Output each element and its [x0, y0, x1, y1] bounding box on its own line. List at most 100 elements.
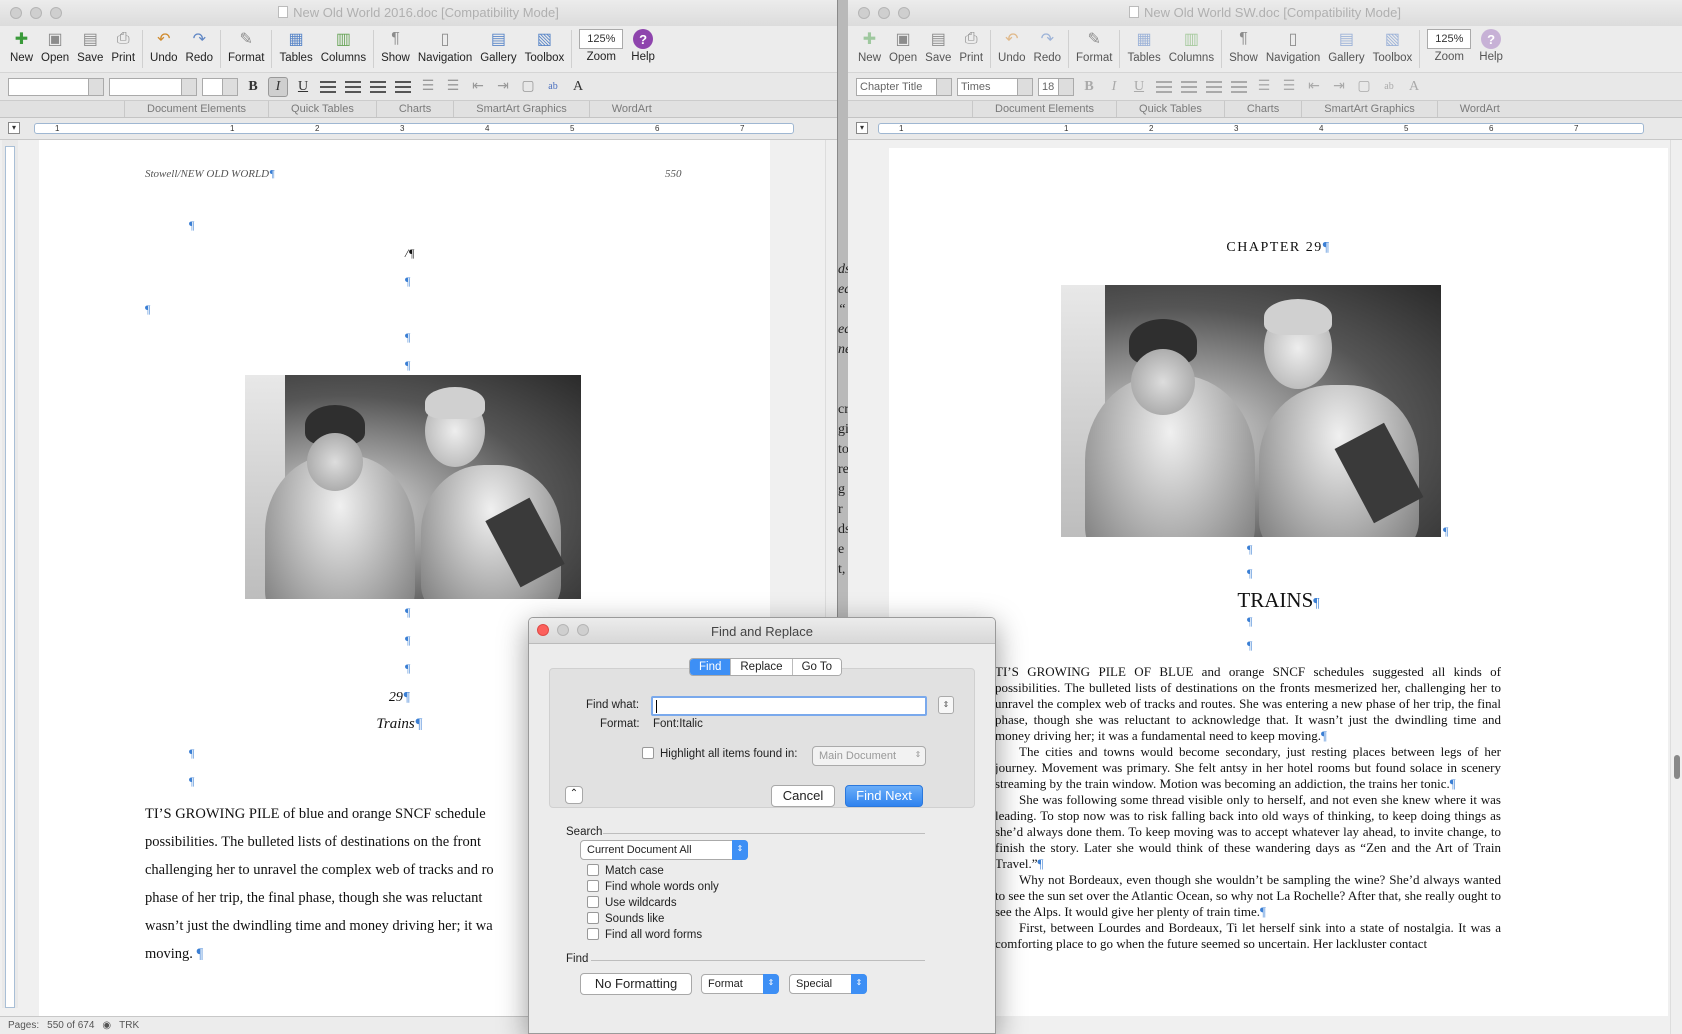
navigation-button[interactable]: ▯ Navigation — [414, 26, 476, 64]
increase-indent-button[interactable]: ⇥ — [1329, 77, 1349, 97]
font-color-button[interactable]: A — [568, 77, 588, 97]
highlight-button[interactable]: ab — [1379, 77, 1399, 97]
new-button[interactable]: ✚ New — [854, 26, 885, 64]
option-word-forms[interactable]: Find all word forms — [587, 928, 702, 941]
format-button[interactable]: ✎ Format — [224, 26, 268, 64]
ruler-track[interactable]: 11234567 — [878, 123, 1644, 134]
ribbon-tab-smartart[interactable]: SmartArt Graphics — [453, 101, 588, 117]
borders-button[interactable]: ▢ — [1354, 77, 1374, 97]
save-button[interactable]: ▤ Save — [921, 26, 955, 64]
show-button[interactable]: ¶ Show — [377, 26, 414, 64]
collapse-options-button[interactable]: ⌃ — [565, 786, 583, 804]
decrease-indent-button[interactable]: ⇤ — [468, 77, 488, 97]
tab-find[interactable]: Find — [690, 659, 732, 675]
checkbox[interactable] — [587, 880, 599, 892]
align-right-button[interactable] — [1204, 77, 1224, 97]
option-whole-words[interactable]: Find whole words only — [587, 880, 719, 893]
columns-button[interactable]: ▥ Columns — [1165, 26, 1218, 64]
navigation-button[interactable]: ▯ Navigation — [1262, 26, 1324, 64]
find-what-input[interactable] — [651, 696, 927, 716]
search-scope-select[interactable]: Current Document All ⇕ — [580, 840, 748, 860]
checkbox[interactable] — [587, 928, 599, 940]
body-text[interactable]: TI’S GROWING PILE OF BLUE and orange SNC… — [995, 664, 1501, 952]
ribbon-tab-quick-tables[interactable]: Quick Tables — [268, 101, 376, 117]
bulleted-list-button[interactable]: ☰ — [1279, 77, 1299, 97]
ribbon-tab-document-elements[interactable]: Document Elements — [972, 101, 1116, 117]
scroll-thumb[interactable] — [1674, 755, 1680, 779]
bulleted-list-button[interactable]: ☰ — [443, 77, 463, 97]
gallery-button[interactable]: ▤ Gallery — [1324, 26, 1368, 64]
italic-button[interactable]: I — [268, 76, 288, 97]
columns-button[interactable]: ▥ Columns — [317, 26, 370, 64]
save-button[interactable]: ▤ Save — [73, 26, 107, 64]
justify-button[interactable] — [1229, 77, 1249, 97]
bold-button[interactable]: B — [243, 77, 263, 97]
horizontal-ruler[interactable]: ▾ 11234567 — [0, 118, 837, 140]
underline-button[interactable]: U — [1129, 77, 1149, 97]
help-button[interactable]: ? Help — [1475, 26, 1507, 63]
redo-button[interactable]: ↷ Redo — [182, 26, 218, 64]
option-match-case[interactable]: Match case — [587, 864, 664, 877]
align-center-button[interactable] — [343, 77, 363, 97]
undo-button[interactable]: ↶ Undo — [146, 26, 182, 64]
numbered-list-button[interactable]: ☰ — [418, 77, 438, 97]
tables-button[interactable]: ▦ Tables — [275, 26, 316, 64]
open-button[interactable]: ▣ Open — [885, 26, 921, 64]
highlight-button[interactable]: ab — [543, 77, 563, 97]
new-button[interactable]: ✚ New — [6, 26, 37, 64]
gallery-button[interactable]: ▤ Gallery — [476, 26, 520, 64]
option-sounds-like[interactable]: Sounds like — [587, 912, 664, 925]
print-button[interactable]: ⎙ Print — [107, 26, 139, 64]
chapter-photo[interactable] — [245, 375, 581, 599]
tab-stop-selector[interactable]: ▾ — [856, 122, 868, 134]
zoom-control[interactable]: 125% Zoom — [1423, 26, 1475, 63]
justify-button[interactable] — [393, 77, 413, 97]
bold-button[interactable]: B — [1079, 77, 1099, 97]
document-page[interactable]: CHAPTER 29¶ ¶ ¶ ¶ TRAINS¶ ¶ ¶ TI’S GROWI… — [889, 148, 1668, 1016]
undo-button[interactable]: ↶ Undo — [994, 26, 1030, 64]
tab-stop-selector[interactable]: ▾ — [8, 122, 20, 134]
ribbon-tab-wordart[interactable]: WordArt — [1436, 101, 1522, 117]
decrease-indent-button[interactable]: ⇤ — [1304, 77, 1324, 97]
font-dropdown[interactable] — [109, 77, 197, 96]
font-size-dropdown[interactable] — [202, 77, 238, 96]
special-menu-select[interactable]: Special ⇕ — [789, 974, 867, 994]
checkbox[interactable] — [587, 912, 599, 924]
ribbon-tab-document-elements[interactable]: Document Elements — [124, 101, 268, 117]
italic-button[interactable]: I — [1104, 77, 1124, 97]
align-left-button[interactable] — [1154, 77, 1174, 97]
ribbon-tab-quick-tables[interactable]: Quick Tables — [1116, 101, 1224, 117]
font-size-dropdown[interactable]: 18 — [1038, 77, 1074, 96]
borders-button[interactable]: ▢ — [518, 77, 538, 97]
style-dropdown[interactable] — [8, 77, 104, 96]
help-button[interactable]: ? Help — [627, 26, 659, 63]
align-left-button[interactable] — [318, 77, 338, 97]
toolbox-button[interactable]: ▧ Toolbox — [521, 26, 569, 64]
format-button[interactable]: ✎ Format — [1072, 26, 1116, 64]
print-button[interactable]: ⎙ Print — [955, 26, 987, 64]
highlight-checkbox[interactable] — [642, 747, 654, 759]
vertical-scrollbar[interactable] — [1670, 140, 1682, 1034]
cancel-button[interactable]: Cancel — [771, 785, 835, 807]
zoom-value-box[interactable]: 125% — [579, 29, 624, 49]
zoom-control[interactable]: 125% Zoom — [575, 26, 627, 63]
redo-button[interactable]: ↷ Redo — [1030, 26, 1066, 64]
ribbon-tab-smartart[interactable]: SmartArt Graphics — [1301, 101, 1436, 117]
search-history-button[interactable]: ⇕ — [938, 696, 954, 714]
align-center-button[interactable] — [1179, 77, 1199, 97]
zoom-value-box[interactable]: 125% — [1427, 29, 1472, 49]
underline-button[interactable]: U — [293, 77, 313, 97]
tab-replace[interactable]: Replace — [731, 659, 793, 675]
font-dropdown[interactable]: Times — [957, 77, 1033, 96]
highlight-all-option[interactable]: Highlight all items found in: — [642, 747, 797, 760]
ribbon-tab-charts[interactable]: Charts — [1223, 101, 1301, 117]
style-dropdown[interactable]: Chapter Title — [856, 77, 952, 96]
increase-indent-button[interactable]: ⇥ — [493, 77, 513, 97]
tables-button[interactable]: ▦ Tables — [1123, 26, 1164, 64]
checkbox[interactable] — [587, 864, 599, 876]
checkbox[interactable] — [587, 896, 599, 908]
open-button[interactable]: ▣ Open — [37, 26, 73, 64]
ruler-track[interactable]: 11234567 — [34, 123, 794, 134]
chapter-photo[interactable] — [1061, 285, 1441, 537]
format-menu-select[interactable]: Format ⇕ — [701, 974, 779, 994]
